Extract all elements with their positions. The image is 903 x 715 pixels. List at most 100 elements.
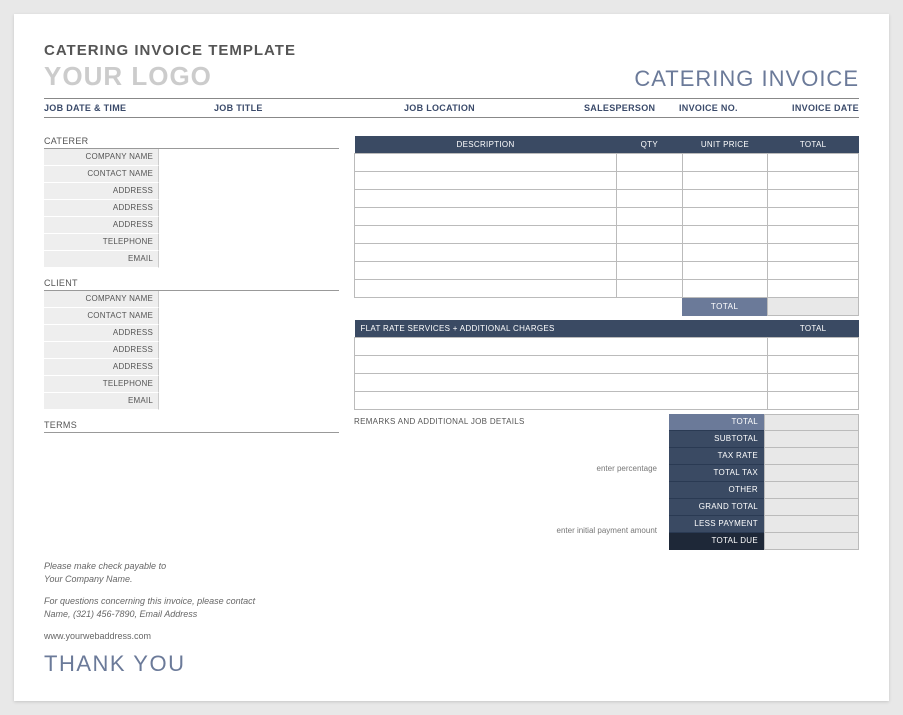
- table-row: [355, 244, 859, 262]
- left-column: CATERER COMPANY NAMECONTACT NAMEADDRESSA…: [44, 136, 354, 550]
- client-heading: CLIENT: [44, 278, 339, 291]
- table-cell[interactable]: [768, 338, 859, 356]
- total-value[interactable]: [764, 499, 859, 516]
- total-row: OTHER: [669, 482, 859, 499]
- table-cell[interactable]: [682, 262, 768, 280]
- total-value[interactable]: [764, 414, 859, 431]
- field-value[interactable]: [159, 166, 339, 183]
- items-total-cell[interactable]: [768, 298, 859, 316]
- meta-invoice-date: INVOICE DATE: [774, 103, 859, 113]
- table-cell[interactable]: [617, 244, 683, 262]
- total-row: TOTAL: [669, 414, 859, 431]
- table-cell[interactable]: [682, 172, 768, 190]
- table-cell[interactable]: [355, 374, 768, 392]
- total-label: OTHER: [669, 482, 764, 499]
- table-cell[interactable]: [682, 154, 768, 172]
- note-payment: enter initial payment amount: [354, 523, 661, 535]
- table-cell[interactable]: [682, 190, 768, 208]
- table-cell[interactable]: [768, 262, 859, 280]
- total-value[interactable]: [764, 533, 859, 550]
- table-cell[interactable]: [768, 244, 859, 262]
- table-cell[interactable]: [768, 356, 859, 374]
- total-label: LESS PAYMENT: [669, 516, 764, 533]
- table-cell[interactable]: [768, 208, 859, 226]
- field-value[interactable]: [159, 393, 339, 410]
- field-row: CONTACT NAME: [44, 308, 339, 325]
- field-value[interactable]: [159, 217, 339, 234]
- total-value[interactable]: [764, 465, 859, 482]
- field-value[interactable]: [159, 342, 339, 359]
- table-cell[interactable]: [617, 262, 683, 280]
- table-cell[interactable]: [768, 172, 859, 190]
- col-unit-price: UNIT PRICE: [682, 136, 768, 154]
- total-value[interactable]: [764, 431, 859, 448]
- field-label: ADDRESS: [44, 359, 159, 376]
- field-value[interactable]: [159, 234, 339, 251]
- table-cell[interactable]: [617, 280, 683, 298]
- table-cell[interactable]: [355, 208, 617, 226]
- total-label: GRAND TOTAL: [669, 499, 764, 516]
- table-cell[interactable]: [768, 374, 859, 392]
- right-column: DESCRIPTION QTY UNIT PRICE TOTAL TOTAL: [354, 136, 859, 550]
- field-label: CONTACT NAME: [44, 308, 159, 325]
- col-qty: QTY: [617, 136, 683, 154]
- table-cell[interactable]: [355, 280, 617, 298]
- field-value[interactable]: [159, 376, 339, 393]
- footer-line4: Name, (321) 456-7890, Email Address: [44, 609, 197, 619]
- field-value[interactable]: [159, 291, 339, 308]
- total-row: TAX RATE: [669, 448, 859, 465]
- table-cell[interactable]: [768, 154, 859, 172]
- table-cell[interactable]: [682, 226, 768, 244]
- table-cell[interactable]: [355, 226, 617, 244]
- table-cell[interactable]: [617, 208, 683, 226]
- flat-heading: FLAT RATE SERVICES + ADDITIONAL CHARGES: [355, 320, 768, 338]
- table-cell[interactable]: [617, 172, 683, 190]
- field-label: ADDRESS: [44, 217, 159, 234]
- table-cell[interactable]: [355, 172, 617, 190]
- field-value[interactable]: [159, 308, 339, 325]
- total-label: TOTAL: [669, 414, 764, 431]
- total-label: TAX RATE: [669, 448, 764, 465]
- total-value[interactable]: [764, 448, 859, 465]
- field-row: COMPANY NAME: [44, 291, 339, 308]
- meta-invoice-no: INVOICE NO.: [679, 103, 774, 113]
- field-value[interactable]: [159, 325, 339, 342]
- table-cell[interactable]: [682, 244, 768, 262]
- remarks-column: REMARKS AND ADDITIONAL JOB DETAILS enter…: [354, 414, 669, 550]
- field-value[interactable]: [159, 251, 339, 268]
- table-row: [355, 208, 859, 226]
- total-row: GRAND TOTAL: [669, 499, 859, 516]
- field-value[interactable]: [159, 359, 339, 376]
- footer-line1: Please make check payable to: [44, 561, 166, 571]
- table-cell[interactable]: [355, 392, 768, 410]
- table-cell[interactable]: [617, 154, 683, 172]
- remarks-heading: REMARKS AND ADDITIONAL JOB DETAILS: [354, 414, 661, 429]
- table-cell[interactable]: [617, 226, 683, 244]
- table-cell[interactable]: [768, 226, 859, 244]
- field-value[interactable]: [159, 149, 339, 166]
- table-cell[interactable]: [768, 280, 859, 298]
- table-cell[interactable]: [355, 262, 617, 280]
- table-row: [355, 172, 859, 190]
- field-label: COMPANY NAME: [44, 149, 159, 166]
- footer: Please make check payable to Your Compan…: [44, 560, 404, 678]
- total-row: TOTAL TAX: [669, 465, 859, 482]
- table-cell[interactable]: [355, 154, 617, 172]
- table-cell[interactable]: [768, 190, 859, 208]
- table-cell[interactable]: [617, 190, 683, 208]
- items-total-label: TOTAL: [682, 298, 768, 316]
- total-value[interactable]: [764, 482, 859, 499]
- table-cell[interactable]: [355, 190, 617, 208]
- field-label: EMAIL: [44, 251, 159, 268]
- field-label: ADDRESS: [44, 342, 159, 359]
- field-row: ADDRESS: [44, 217, 339, 234]
- table-cell[interactable]: [768, 392, 859, 410]
- total-value[interactable]: [764, 516, 859, 533]
- table-cell[interactable]: [355, 244, 617, 262]
- field-value[interactable]: [159, 200, 339, 217]
- table-cell[interactable]: [682, 208, 768, 226]
- table-cell[interactable]: [682, 280, 768, 298]
- table-cell[interactable]: [355, 356, 768, 374]
- table-cell[interactable]: [355, 338, 768, 356]
- field-value[interactable]: [159, 183, 339, 200]
